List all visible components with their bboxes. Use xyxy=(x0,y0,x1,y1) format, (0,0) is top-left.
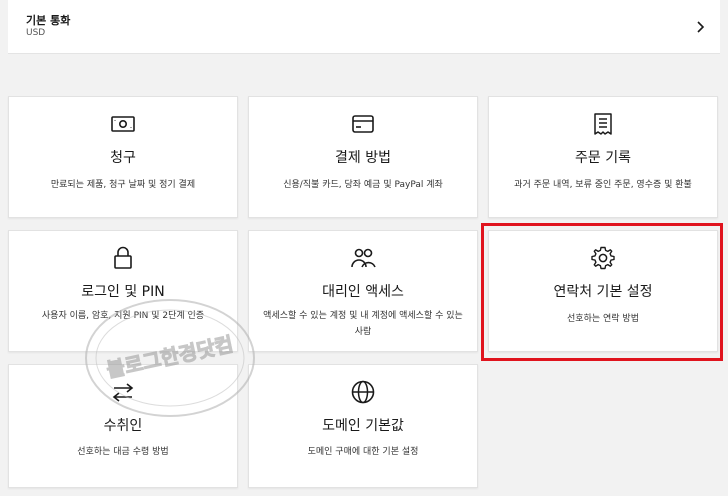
card-description: 도메인 구매에 대한 기본 설정 xyxy=(307,447,419,457)
card-title: 수취인 xyxy=(103,418,143,434)
chevron-right-icon xyxy=(697,21,705,33)
default-currency-value: USD xyxy=(26,28,46,38)
card-title: 도메인 기본값 xyxy=(322,418,404,434)
card-description: 사용자 이름, 암호, 지원 PIN 및 2단계 인증 xyxy=(41,311,205,321)
card-description: 신용/직불 카드, 당좌 예금 및 PayPal 계좌 xyxy=(283,180,443,190)
card-description: 액세스할 수 있는 계정 및 내 계정에 액세스할 수 있는 사람 xyxy=(263,311,463,337)
people-icon xyxy=(351,248,376,268)
card-delegate-access[interactable]: 대리인 액세스 액세스할 수 있는 계정 및 내 계정에 액세스할 수 있는 사… xyxy=(248,230,478,352)
card-billing[interactable]: 청구 만료되는 제품, 청구 날짜 및 정기 결제 xyxy=(8,96,238,218)
card-title: 연락처 기본 설정 xyxy=(553,284,653,300)
card-contact-preferences[interactable]: 연락처 기본 설정 선호하는 연락 방법 xyxy=(488,230,718,352)
card-payment-methods[interactable]: 결제 방법 신용/직불 카드, 당좌 예금 및 PayPal 계좌 xyxy=(248,96,478,218)
card-description: 선호하는 대금 수령 방법 xyxy=(77,447,169,457)
default-currency-title: 기본 통화 xyxy=(26,14,71,27)
default-currency-row[interactable]: 기본 통화 USD xyxy=(8,0,720,54)
banknote-icon xyxy=(111,116,135,132)
card-title: 대리인 액세스 xyxy=(322,284,404,300)
card-description: 만료되는 제품, 청구 날짜 및 정기 결제 xyxy=(50,180,196,190)
card-payee[interactable]: 수취인 선호하는 대금 수령 방법 xyxy=(8,364,238,488)
receipt-icon xyxy=(594,113,612,135)
lock-icon xyxy=(114,246,132,269)
card-order-history[interactable]: 주문 기록 과거 주문 내역, 보류 중인 주문, 영수증 및 환불 xyxy=(488,96,718,218)
gear-icon xyxy=(591,246,615,270)
card-title: 로그인 및 PIN xyxy=(81,284,165,300)
card-title: 청구 xyxy=(110,150,136,166)
card-title: 결제 방법 xyxy=(335,150,391,166)
card-login-pin[interactable]: 로그인 및 PIN 사용자 이름, 암호, 지원 PIN 및 2단계 인증 xyxy=(8,230,238,352)
credit-card-icon xyxy=(352,115,374,133)
card-description: 과거 주문 내역, 보류 중인 주문, 영수증 및 환불 xyxy=(514,180,692,190)
card-title: 주문 기록 xyxy=(575,150,631,166)
transfer-arrows-icon xyxy=(112,383,134,402)
card-domain-defaults[interactable]: 도메인 기본값 도메인 구매에 대한 기본 설정 xyxy=(248,364,478,488)
globe-icon xyxy=(351,380,375,404)
card-description: 선호하는 연락 방법 xyxy=(567,314,639,324)
